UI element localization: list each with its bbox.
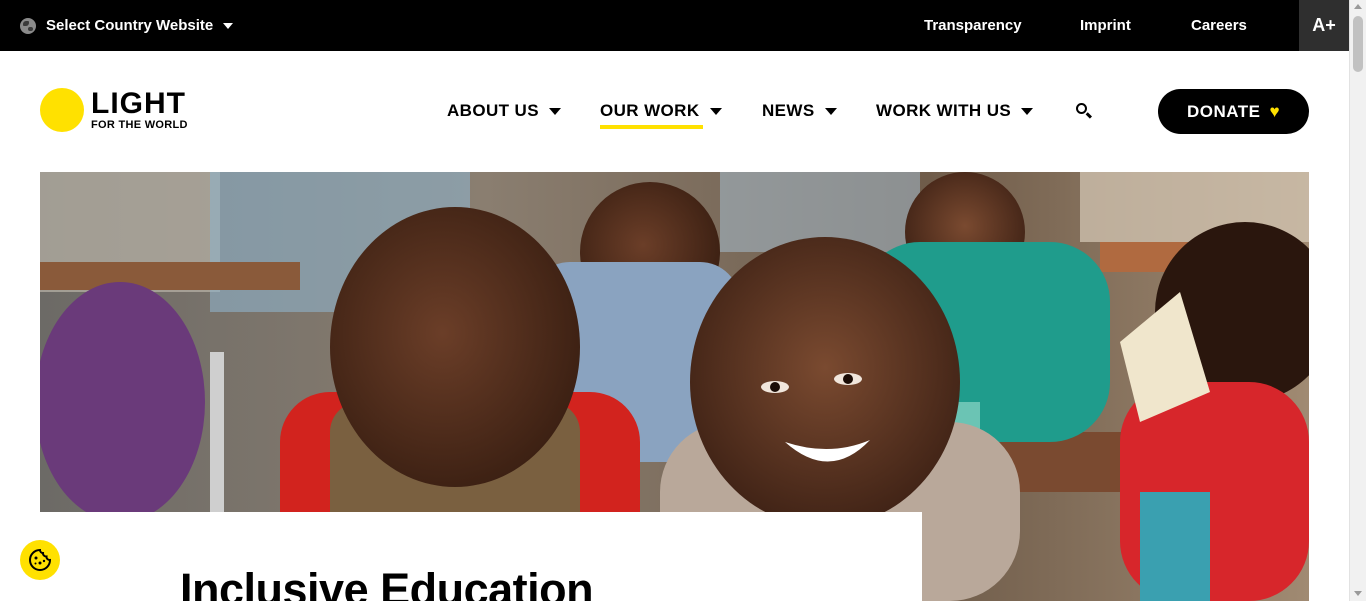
heart-icon: ♥: [1269, 101, 1281, 121]
nav-about-us-label: ABOUT US: [447, 101, 539, 120]
chevron-down-icon: [824, 107, 837, 115]
nav-news-label: NEWS: [762, 101, 815, 120]
chevron-down-icon: [223, 22, 234, 29]
imprint-link[interactable]: Imprint: [1080, 0, 1131, 51]
country-selector[interactable]: Select Country Website: [20, 0, 234, 51]
nav-our-work[interactable]: OUR WORK: [600, 96, 722, 126]
nav-work-with-us-label: WORK WITH US: [876, 101, 1012, 120]
donate-label: DONATE: [1186, 101, 1261, 121]
chevron-down-icon: [709, 107, 722, 115]
careers-link[interactable]: Careers: [1191, 0, 1247, 51]
logo-main-text: LIGHT: [91, 87, 186, 120]
globe-icon: [20, 17, 36, 34]
cookie-settings-button[interactable]: [20, 540, 60, 580]
search-icon[interactable]: [1075, 102, 1093, 120]
scroll-down-icon[interactable]: [1354, 591, 1362, 596]
font-size-button[interactable]: A+: [1299, 0, 1349, 51]
scrollbar-thumb[interactable]: [1353, 16, 1363, 72]
country-selector-label: Select Country Website: [46, 17, 214, 34]
scroll-up-icon[interactable]: [1354, 4, 1362, 9]
nav-about-us[interactable]: ABOUT US: [447, 96, 561, 126]
donate-button[interactable]: DONATE ♥: [1158, 89, 1309, 134]
cookie-icon: [29, 548, 52, 571]
page-title: Inclusive Education: [180, 564, 594, 601]
logo-sub-text: FOR THE WORLD: [91, 119, 188, 131]
top-bar: Select Country Website Transparency Impr…: [0, 0, 1349, 51]
nav-our-work-label: OUR WORK: [600, 101, 700, 120]
chevron-down-icon: [1021, 107, 1034, 115]
logo-circle-icon: [40, 88, 84, 132]
active-nav-underline: [600, 125, 703, 129]
nav-work-with-us[interactable]: WORK WITH US: [876, 96, 1034, 126]
site-logo[interactable]: LIGHT FOR THE WORLD: [40, 88, 188, 132]
chevron-down-icon: [548, 107, 561, 115]
nav-news[interactable]: NEWS: [762, 96, 837, 126]
hero-title-box: Inclusive Education: [40, 512, 922, 601]
logo-wordmark: LIGHT FOR THE WORLD: [91, 87, 188, 132]
transparency-link[interactable]: Transparency: [924, 0, 1022, 51]
page-scrollbar[interactable]: [1349, 0, 1366, 601]
